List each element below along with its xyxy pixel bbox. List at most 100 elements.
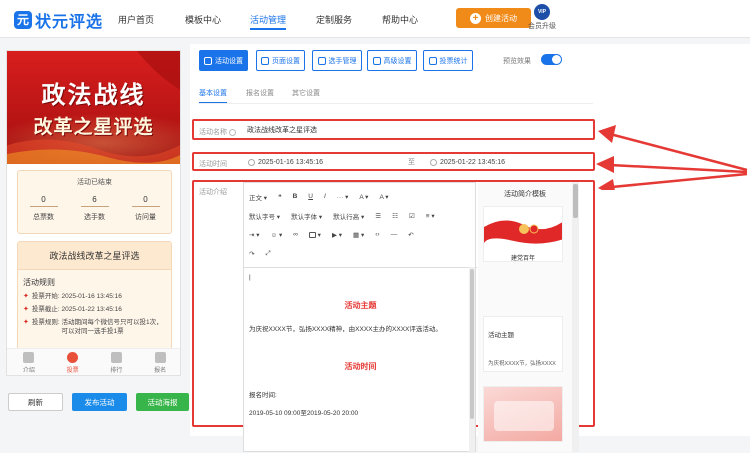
font-family-select[interactable]: 默认字体 ▾ [291, 211, 322, 221]
stat-visits: 0 访问量 [126, 195, 166, 222]
nav-user-home[interactable]: 用户首页 [118, 13, 154, 26]
vote-statistics-button[interactable]: 投票统计 [423, 50, 473, 71]
preview-effect-toggle[interactable] [541, 54, 562, 65]
bar-chart-icon [428, 56, 437, 65]
template-card[interactable]: 建党百年 [483, 206, 563, 262]
align-icon[interactable]: ≡ ▾ [426, 212, 435, 220]
font-color-icon[interactable]: A ▾ [359, 193, 368, 201]
tab-vote[interactable]: 投票 [51, 349, 95, 375]
button-label: 高级设置 [383, 57, 412, 65]
stat-value: 0 [29, 195, 58, 207]
template-snippet: 为庆祝XXXX节，弘扬XXXX [488, 361, 556, 367]
rule-key: 投票截止: [31, 306, 60, 313]
home-icon [67, 352, 79, 363]
help-icon [228, 128, 236, 136]
content-heading: 活动时间 [344, 362, 377, 371]
tab-ranking[interactable]: 排行 [95, 349, 139, 375]
template-card[interactable] [483, 386, 563, 442]
tool-label: 正文 [249, 194, 262, 202]
underline-icon[interactable]: U [308, 193, 313, 200]
template-thumbnail [484, 207, 562, 251]
nav-activity-management[interactable]: 活动管理 [250, 13, 287, 30]
editor-scrollbar[interactable] [469, 267, 475, 453]
activity-time-label: 活动时间 [199, 161, 227, 168]
code-icon[interactable]: ‹› [375, 231, 379, 238]
activity-name-input[interactable]: 政法战线改革之星评选 [245, 123, 585, 139]
activity-name-label: 活动名称 [199, 127, 236, 137]
vip-upgrade[interactable]: VIP 会员升级 [528, 4, 556, 31]
tab-label: 排行 [110, 368, 123, 374]
nav-help-center[interactable]: 帮助中心 [382, 13, 418, 26]
tool-label: B [292, 193, 298, 200]
undo-icon[interactable]: ↶ [408, 231, 413, 239]
redo-icon[interactable]: ↷ [249, 250, 254, 258]
create-activity-label: 创建活动 [485, 13, 517, 23]
nav-custom-service[interactable]: 定制服务 [316, 13, 352, 26]
activity-settings-button[interactable]: 活动设置 [199, 50, 248, 71]
paragraph-format-select[interactable]: 正文 ▾ [249, 192, 267, 202]
logo[interactable]: 元 状元评选 [14, 8, 103, 32]
time-separator: 至 [408, 159, 415, 166]
contestant-management-button[interactable]: 选手管理 [312, 50, 362, 71]
content-paragraph: 报名时间: [249, 392, 277, 399]
editor-content[interactable]: | 活动主题 为庆祝XXXX节，弘扬XXXX精神，由XXXX主办的XXXX评选活… [244, 267, 477, 453]
bullet-list-icon[interactable]: ☰ [375, 212, 381, 220]
subtab-signup[interactable]: 报名设置 [246, 88, 274, 98]
link-icon[interactable]: ∞ [293, 231, 298, 238]
template-scrollbar[interactable] [572, 182, 579, 452]
background-color-icon[interactable]: A ▾ [379, 193, 388, 201]
divider-icon[interactable]: — [391, 231, 398, 238]
table-icon[interactable]: ▦ ▾ [353, 231, 364, 239]
end-time-input[interactable]: 2025-01-22 13:45:16 [430, 155, 505, 169]
content-paragraph: 2019-05-10 09:00至2019-05-20 20:00 [249, 410, 359, 417]
document-icon [23, 352, 35, 363]
subtab-basic[interactable]: 基本设置 [199, 88, 227, 103]
stat-total-votes: 0 总票数 [24, 195, 64, 222]
activity-poster-button[interactable]: 活动海报 [136, 393, 189, 411]
start-time-input[interactable]: 2025-01-16 13:45:16 [248, 155, 323, 169]
video-icon[interactable]: ▶ ▾ [332, 231, 342, 239]
user-icon [154, 352, 166, 363]
subtab-other[interactable]: 其它设置 [292, 88, 320, 98]
editor-toolbar-row4: ↷ ⤢ [244, 244, 475, 263]
line-height-select[interactable]: 默认行高 ▾ [333, 211, 364, 221]
page-settings-button[interactable]: 页面设置 [256, 50, 305, 71]
quote-icon[interactable]: ❝ [278, 193, 282, 201]
template-panel-title: 活动简介模板 [504, 191, 546, 198]
fullscreen-icon[interactable]: ⤢ [265, 250, 270, 258]
publish-activity-button[interactable]: 发布活动 [72, 393, 127, 411]
template-thumbnail [494, 401, 554, 431]
numbered-list-icon[interactable]: ☷ [392, 212, 398, 220]
tab-intro[interactable]: 介绍 [7, 349, 51, 375]
emoji-icon[interactable]: ☺ ▾ [271, 231, 283, 239]
tab-signup[interactable]: 报名 [138, 349, 180, 375]
font-size-select[interactable]: 默认字号 ▾ [249, 211, 280, 221]
nav-template-center[interactable]: 模板中心 [185, 13, 221, 26]
activity-stats: 活动已结束 0 总票数 6 选手数 0 访问量 [17, 170, 172, 234]
refresh-button[interactable]: 刷新 [8, 393, 63, 411]
more-icon[interactable]: ··· ▾ [337, 193, 349, 201]
gear-icon [204, 56, 212, 65]
template-card[interactable]: 活动主题 为庆祝XXXX节，弘扬XXXX [483, 316, 563, 372]
italic-icon[interactable]: I [324, 193, 326, 200]
settings-icon [261, 56, 269, 65]
bold-icon[interactable]: B [293, 193, 298, 200]
activity-status: 活动已结束 [77, 179, 112, 186]
image-icon[interactable]: ▾ [308, 231, 321, 239]
checklist-icon[interactable]: ☑ [409, 212, 415, 220]
advanced-settings-button[interactable]: 高级设置 [367, 50, 417, 71]
sliders-icon [372, 56, 381, 65]
annotation-arrows [596, 125, 748, 190]
stat-label: 访问量 [135, 214, 156, 221]
tool-label: ··· [336, 193, 344, 201]
indent-icon[interactable]: ⇥ ▾ [249, 231, 260, 239]
plus-icon: + [470, 12, 481, 24]
tool-label: A [379, 193, 384, 201]
rule-item: ✦ 投票规则: 活动期间每个微信号只可以投1次，可以对同一选手投1票 [23, 318, 167, 336]
vip-badge-icon: VIP [534, 4, 550, 20]
create-activity-button[interactable]: + 创建活动 [456, 8, 531, 28]
settings-panel: 活动设置 页面设置 选手管理 高级设置 投票统计 预览效果 基本设置 报名设置 … [190, 44, 750, 453]
start-time-value: 2025-01-16 13:45:16 [258, 158, 323, 166]
tab-label: 介绍 [22, 368, 35, 374]
rule-key: 投票开始: [31, 293, 60, 300]
